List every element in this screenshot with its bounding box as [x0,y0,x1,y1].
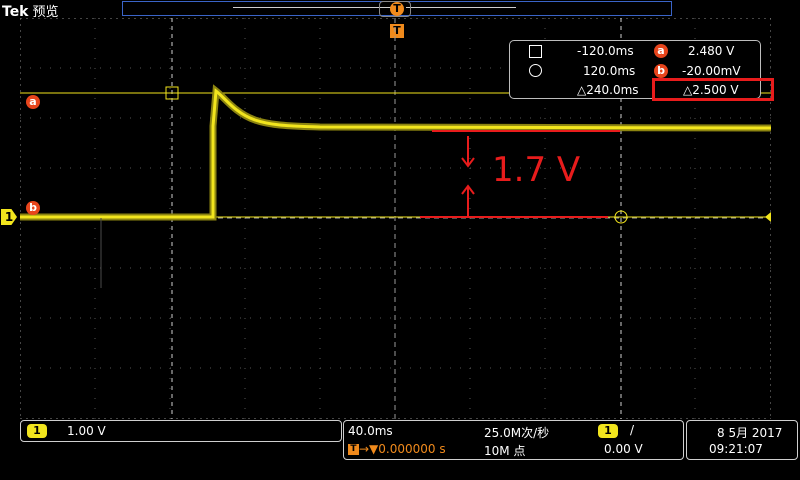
annotation-up-arrow [461,184,475,216]
trigger-arrow-icon: →▼ [359,442,379,456]
ch1-badge: 1 [27,424,47,438]
cursor-a-badge: a [654,44,668,58]
ch1-ground-label: 1 [4,210,14,224]
highlight-box [652,78,774,101]
cursor-b-value: -20.00mV [682,64,741,78]
trigger-position: T →▼0.000000 s [348,442,446,456]
cursor-1-square-icon [529,45,542,58]
trigger-level-arrow-icon[interactable] [765,212,771,222]
trigger-icon: T [348,444,359,455]
cursor-b-marker[interactable]: b [26,201,40,215]
ch1-ground-marker[interactable]: 1 [1,209,17,225]
annotation-down-arrow [461,136,475,168]
cursor-b-badge: b [654,64,668,78]
cursor-2-time: 120.0ms [583,64,636,78]
trigger-position-top-icon[interactable]: T [390,2,404,16]
trigger-top-label: T [393,2,401,15]
cursor-a-marker[interactable]: a [26,95,40,109]
annotation-text: 1.7 V [492,150,581,190]
record-window-line-2 [406,7,516,8]
record-window-line [233,7,393,8]
cursor-a-value: 2.480 V [688,44,735,58]
timebase: 40.0ms [348,424,393,438]
ch1-scale-panel[interactable]: 1 1.00 V [20,420,342,442]
time: 09:21:07 [709,442,763,456]
trigger-level: 0.00 V [604,442,643,456]
trigger-source-badge: 1 [598,424,618,438]
record-length: 10M 点 [484,444,526,458]
cursor-2-circle-icon [529,64,542,77]
cursor-b-badge-label: b [657,64,665,77]
ch1-scale: 1.00 V [67,424,106,438]
horizontal-trigger-panel[interactable]: 40.0ms T →▼0.000000 s 25.0M次/秒 10M 点 1 / … [343,420,684,460]
datetime-panel[interactable]: 8 5月 2017 09:21:07 [686,420,798,460]
sample-rate: 25.0M次/秒 [484,426,550,440]
cursor-a-badge-label: a [657,44,665,57]
cursor-b-marker-label: b [29,201,37,214]
cursor-1-time: -120.0ms [577,44,634,58]
date: 8 5月 2017 [717,426,783,440]
cursor-delta-time: △240.0ms [577,83,639,97]
trigger-position-value: 0.000000 s [378,442,446,456]
trigger-slope-icon: / [630,423,635,437]
cursor-a-marker-label: a [29,95,37,108]
